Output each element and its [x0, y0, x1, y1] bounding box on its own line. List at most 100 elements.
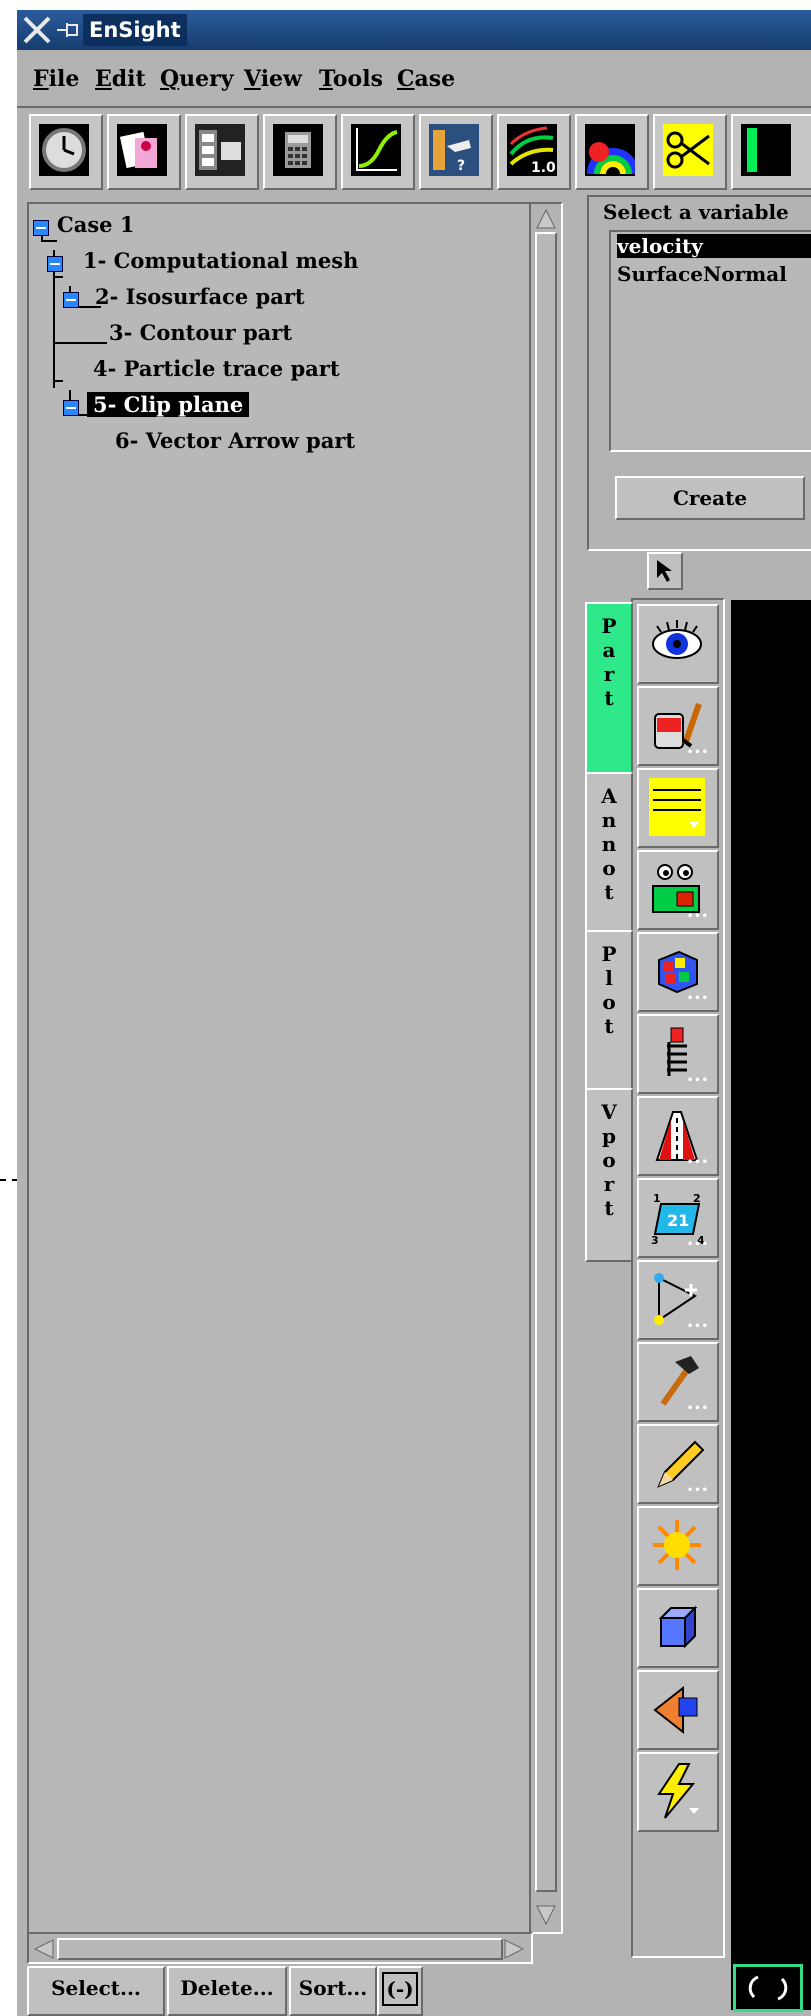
tree-item-particle-trace-part[interactable]: 4- Particle trace part	[93, 356, 340, 381]
lightning-icon	[657, 1763, 699, 1819]
part-tree[interactable]: Case 1 1- Computational mesh 2- Isosurfa…	[27, 202, 543, 1934]
tree-item-case-1[interactable]: Case 1	[57, 212, 134, 237]
tree-item-contour-part[interactable]: 3- Contour part	[109, 320, 292, 345]
tree-connector	[53, 276, 63, 278]
scroll-thumb[interactable]	[535, 232, 557, 1892]
pencil-icon	[657, 1440, 705, 1488]
tab-vport[interactable]: V p o r t	[585, 1088, 633, 1262]
line-style-tool-button[interactable]	[637, 768, 719, 848]
x-logo-icon[interactable]	[23, 16, 51, 44]
cursor-mode-button[interactable]	[647, 552, 683, 590]
tree-item-vector-arrow-part[interactable]: 6- Vector Arrow part	[115, 428, 355, 453]
help-button[interactable]: ?	[419, 114, 493, 190]
animation-icon	[195, 124, 245, 176]
tree-item-isosurface-part[interactable]: 2- Isosurface part	[95, 284, 305, 309]
tab-part[interactable]: P a r t	[585, 602, 633, 786]
scroll-right-icon[interactable]	[503, 1938, 525, 1960]
tab-letter: P	[601, 614, 617, 638]
road-view-icon	[655, 1111, 699, 1161]
tab-letter: o	[602, 990, 616, 1014]
contour-scale-button[interactable]: 1.0	[497, 114, 571, 190]
menu-edit[interactable]: Edit	[95, 66, 146, 92]
collapse-icon[interactable]	[63, 400, 79, 416]
display-attributes-tool-button[interactable]: •••	[637, 850, 719, 930]
tab-letter: l	[605, 966, 613, 990]
menu-tools[interactable]: Tools	[319, 66, 383, 92]
collapse-icon[interactable]	[47, 256, 63, 272]
tab-letter: t	[604, 686, 614, 710]
color-tool-button[interactable]: •••	[637, 686, 719, 766]
lightning-tool-button[interactable]	[637, 1752, 719, 1832]
tab-letter: A	[601, 784, 617, 808]
scroll-thumb[interactable]	[57, 1938, 503, 1960]
tab-letter: n	[601, 832, 617, 856]
tree-item-clip-plane[interactable]: 5- Clip plane	[87, 392, 250, 417]
tab-plot[interactable]: P l o t	[585, 930, 633, 1094]
tab-letter: r	[603, 1172, 615, 1196]
calculator-button[interactable]	[263, 114, 337, 190]
window-title: EnSight	[83, 14, 187, 46]
rotate-view-button[interactable]	[733, 1964, 803, 2012]
variable-list[interactable]: velocity SurfaceNormal	[609, 230, 811, 452]
animation-button[interactable]	[185, 114, 259, 190]
sort-button[interactable]: Sort...	[289, 1966, 377, 2016]
variable-item-velocity[interactable]: velocity	[617, 234, 811, 258]
scroll-down-icon[interactable]	[535, 1904, 557, 1926]
visibility-tool-button[interactable]	[637, 604, 719, 684]
graphics-viewport[interactable]	[731, 600, 811, 2010]
parallelogram-21-icon: 211 23 4	[651, 1192, 705, 1246]
pin-icon[interactable]	[55, 20, 81, 40]
clock-button[interactable]	[29, 114, 103, 190]
cube-element-icon	[658, 950, 698, 994]
menu-view[interactable]: View	[244, 66, 302, 92]
select-arrow-icon	[657, 560, 672, 582]
create-button[interactable]: Create	[615, 476, 805, 520]
box-tool-button[interactable]	[637, 1588, 719, 1668]
flipbook-button[interactable]	[107, 114, 181, 190]
tab-annot[interactable]: A n n o t	[585, 772, 633, 936]
lighting-tool-button[interactable]	[637, 1506, 719, 1586]
select-button[interactable]: Select...	[27, 1966, 165, 2016]
rotate-icon	[748, 1975, 788, 2001]
triangle-tool-button[interactable]: •••	[637, 1260, 719, 1340]
menu-file[interactable]: File	[33, 66, 79, 92]
more-toolbar-button[interactable]	[731, 114, 811, 190]
hammer-tool-button[interactable]: •••	[637, 1342, 719, 1422]
tab-letter: P	[601, 942, 617, 966]
projection-tool-button[interactable]	[637, 1670, 719, 1750]
query-plot-button[interactable]	[341, 114, 415, 190]
scroll-up-icon[interactable]	[535, 208, 557, 230]
variable-item-surface-normal[interactable]: SurfaceNormal	[617, 262, 787, 286]
collapse-icon[interactable]	[63, 292, 79, 308]
line-style-icon	[649, 778, 705, 836]
tab-letter: t	[604, 1014, 614, 1038]
scissors-button[interactable]	[653, 114, 727, 190]
collapse-toggle-button[interactable]: (-)	[377, 1966, 423, 2016]
scroll-left-icon[interactable]	[33, 1938, 55, 1960]
corner-label: 1	[653, 1192, 661, 1205]
box-3d-icon	[658, 1605, 698, 1649]
plane-tool-button[interactable]: 21 1 2 3 4 •••	[637, 1178, 719, 1258]
collapse-icon[interactable]	[33, 220, 49, 236]
menu-case[interactable]: Case	[397, 66, 455, 92]
menu-query[interactable]: Query	[160, 66, 234, 92]
more-icon	[741, 124, 791, 176]
tab-letter: o	[602, 856, 616, 880]
menu-mnemonic: V	[244, 66, 261, 92]
plane-number-label: 21	[667, 1211, 689, 1230]
tab-letter: t	[604, 880, 614, 904]
tab-letter: t	[604, 1196, 614, 1220]
tree-item-computational-mesh[interactable]: 1- Computational mesh	[83, 248, 358, 273]
menu-mnemonic: E	[95, 66, 112, 92]
tab-letter: r	[603, 662, 615, 686]
road-view-tool-button[interactable]: •••	[637, 1096, 719, 1176]
element-tool-button[interactable]: •••	[637, 932, 719, 1012]
triangle-icon	[654, 1273, 697, 1325]
tree-vertical-scrollbar[interactable]	[529, 202, 563, 1934]
tree-horizontal-scrollbar[interactable]	[27, 1932, 533, 1964]
pencil-tool-button[interactable]: •••	[637, 1424, 719, 1504]
color-palette-button[interactable]	[575, 114, 649, 190]
corner-label: 2	[693, 1192, 701, 1205]
probe-tool-button[interactable]: •••	[637, 1014, 719, 1094]
delete-button[interactable]: Delete...	[167, 1966, 287, 2016]
